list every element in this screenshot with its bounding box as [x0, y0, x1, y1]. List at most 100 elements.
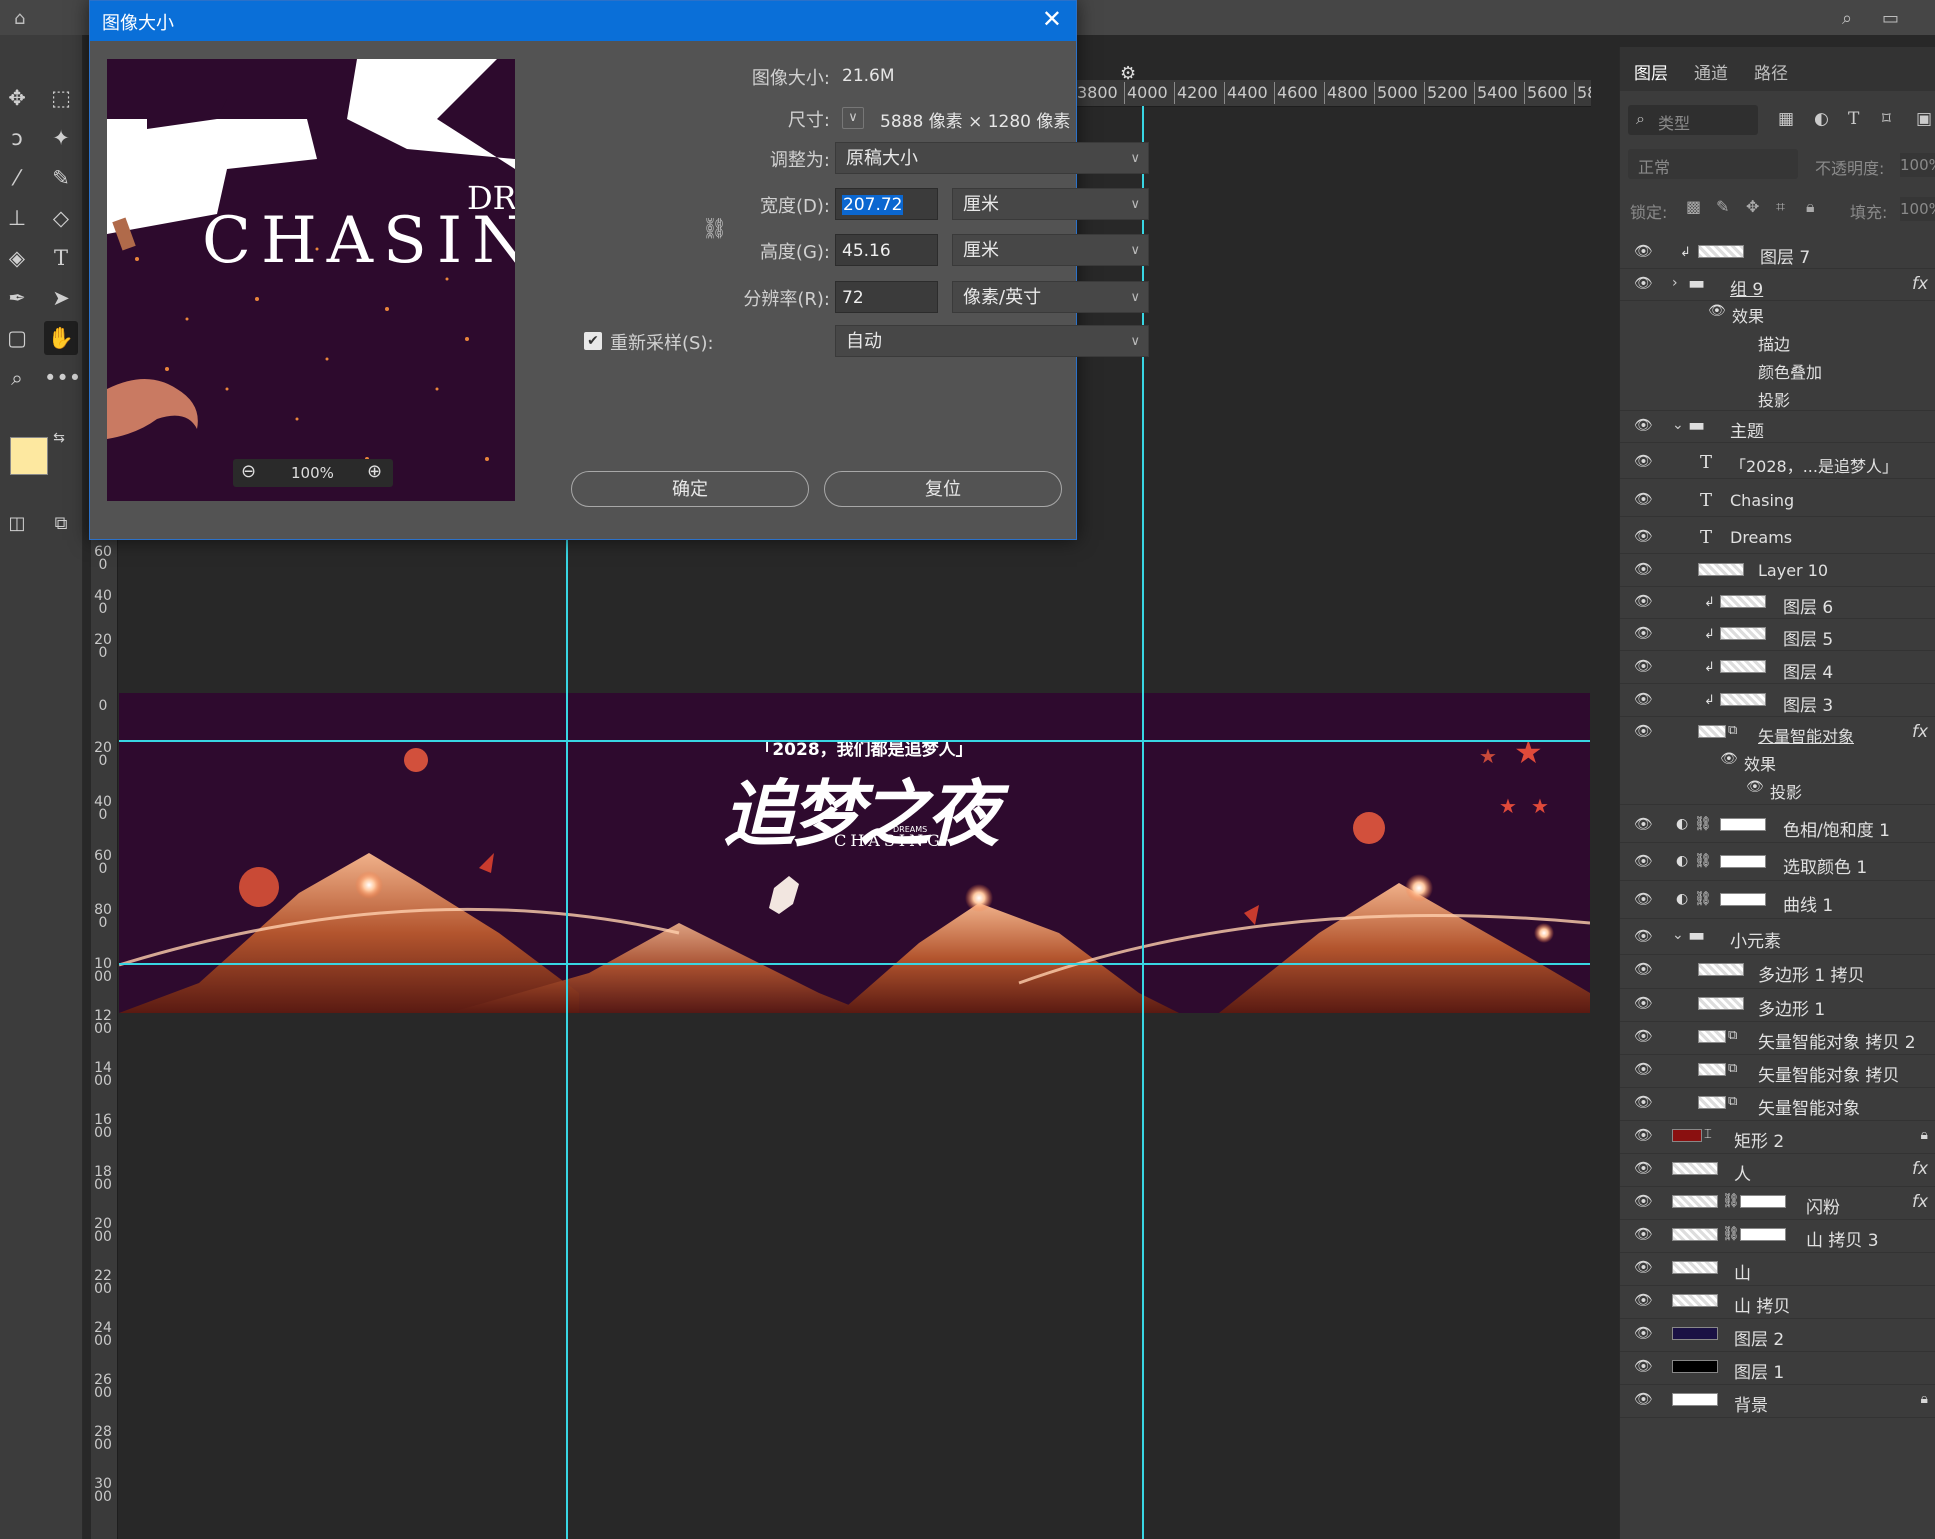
hand-tool-icon[interactable]: ✋: [44, 321, 78, 355]
swap-colors-icon[interactable]: ⇆: [48, 427, 70, 449]
layer-row[interactable]: 👁︎ ⧉ 矢量智能对象 fx: [1620, 717, 1935, 747]
layer-row[interactable]: 👁︎ T Dreams: [1620, 522, 1935, 554]
layer-row[interactable]: 👁︎ ↲ 图层 7: [1620, 237, 1935, 269]
eye-icon[interactable]: 👁︎: [1634, 815, 1653, 833]
zoom-in-icon[interactable]: ⊕: [367, 461, 382, 482]
tab-layers[interactable]: 图层: [1634, 59, 1668, 84]
guide-vertical[interactable]: [1142, 106, 1144, 1539]
layer-row[interactable]: 👁︎ Layer 10: [1620, 555, 1935, 587]
constrain-link-icon[interactable]: ⛓: [702, 216, 727, 240]
zoom-out-icon[interactable]: ⊖: [241, 461, 256, 482]
close-icon[interactable]: ✕: [1042, 5, 1062, 33]
ok-button[interactable]: 确定: [571, 471, 809, 507]
effect-row[interactable]: 投影: [1620, 383, 1935, 411]
resolution-input[interactable]: 72: [835, 281, 938, 313]
eye-icon[interactable]: 👁︎: [1634, 657, 1653, 675]
eye-icon[interactable]: 👁︎: [1634, 852, 1653, 870]
eye-icon[interactable]: 👁︎: [1634, 1027, 1653, 1045]
layer-row[interactable]: 👁︎ ◐ ⛓ 选取颜色 1: [1620, 844, 1935, 881]
search-icon[interactable]: ⌕: [1842, 8, 1852, 29]
effects-row[interactable]: 👁︎ 效果: [1620, 299, 1935, 327]
eyedropper-tool-icon[interactable]: ⁄: [0, 161, 34, 195]
eye-icon[interactable]: 👁︎: [1746, 779, 1764, 795]
eye-icon[interactable]: 👁︎: [1634, 624, 1653, 642]
foreground-color-swatch[interactable]: [10, 437, 48, 475]
filter-smart-icon[interactable]: ▣: [1916, 109, 1932, 129]
lock-brush-icon[interactable]: ✎: [1716, 197, 1729, 216]
eye-icon[interactable]: 👁︎: [1634, 1159, 1653, 1177]
layer-row[interactable]: 👁︎ 图层 1: [1620, 1352, 1935, 1385]
eye-icon[interactable]: 👁︎: [1634, 242, 1653, 260]
layer-row[interactable]: 👁︎ 山: [1620, 1253, 1935, 1286]
layer-row-group[interactable]: 👁︎ ⌄ ▬ 主题: [1620, 411, 1935, 443]
eye-icon[interactable]: 👁︎: [1634, 960, 1653, 978]
screen-mode-icon[interactable]: ⧉: [44, 507, 78, 541]
chevron-down-icon[interactable]: ⌄: [1672, 927, 1684, 943]
layer-row[interactable]: 👁︎ 多边形 1: [1620, 989, 1935, 1022]
tab-paths[interactable]: 路径: [1754, 59, 1788, 84]
layer-row[interactable]: 👁︎ ⌶ 矩形 2 🔒︎: [1620, 1121, 1935, 1154]
layer-row[interactable]: 👁︎ 人 fx: [1620, 1154, 1935, 1187]
paint-bucket-tool-icon[interactable]: ◈: [0, 241, 34, 275]
magic-wand-tool-icon[interactable]: ✦: [44, 121, 78, 155]
eye-icon[interactable]: 👁︎: [1634, 274, 1653, 292]
filter-shape-icon[interactable]: ⌑: [1882, 109, 1891, 129]
fit-to-select[interactable]: 原稿大小 ∨: [835, 142, 1149, 174]
blend-mode-select[interactable]: 正常: [1628, 149, 1798, 179]
layer-row[interactable]: 👁︎ 山 拷贝: [1620, 1286, 1935, 1319]
layer-row[interactable]: 👁︎ ↲ 图层 5: [1620, 619, 1935, 651]
eye-icon[interactable]: 👁︎: [1720, 751, 1738, 767]
quick-mask-icon[interactable]: ◫: [0, 507, 34, 541]
effect-row[interactable]: 👁︎ 投影: [1620, 775, 1935, 805]
fx-icon[interactable]: fx: [1912, 1192, 1928, 1212]
eye-icon[interactable]: 👁︎: [1634, 1093, 1653, 1111]
eye-icon[interactable]: 👁︎: [1634, 1357, 1653, 1375]
eye-icon[interactable]: 👁︎: [1634, 890, 1653, 908]
height-unit-select[interactable]: 厘米 ∨: [952, 234, 1149, 266]
chevron-right-icon[interactable]: ›: [1672, 275, 1678, 291]
filter-pixel-icon[interactable]: ▦: [1778, 109, 1794, 129]
eye-icon[interactable]: 👁︎: [1634, 1258, 1653, 1276]
dimensions-unit-dropdown[interactable]: ∨: [842, 107, 864, 129]
lock-all-icon[interactable]: 🔒︎: [1806, 197, 1815, 217]
eye-icon[interactable]: 👁︎: [1634, 927, 1653, 945]
resample-select[interactable]: 自动 ∨: [835, 325, 1149, 357]
lock-transparency-icon[interactable]: ▩: [1686, 197, 1701, 216]
resolution-unit-select[interactable]: 像素/英寸 ∨: [952, 281, 1149, 313]
eye-icon[interactable]: 👁︎: [1634, 1390, 1653, 1408]
path-select-tool-icon[interactable]: ➤: [44, 281, 78, 315]
layer-row[interactable]: 👁︎ ◐ ⛓ 曲线 1: [1620, 882, 1935, 919]
eye-icon[interactable]: 👁︎: [1634, 690, 1653, 708]
type-tool-icon[interactable]: T: [44, 241, 78, 275]
width-input[interactable]: 207.72: [835, 188, 938, 220]
marquee-tool-icon[interactable]: ⬚: [44, 81, 78, 115]
eye-icon[interactable]: 👁︎: [1634, 560, 1653, 578]
layer-row[interactable]: 👁︎ ⧉ 矢量智能对象: [1620, 1088, 1935, 1121]
layer-row[interactable]: 👁︎ ⧉ 矢量智能对象 拷贝: [1620, 1055, 1935, 1088]
layer-row-group[interactable]: 👁︎ › ▬ 组 9 fx: [1620, 269, 1935, 301]
dialog-title-bar[interactable]: 图像大小 ✕: [90, 1, 1076, 41]
layer-row[interactable]: 👁︎ ↲ 图层 3: [1620, 685, 1935, 717]
effect-row[interactable]: 描边: [1620, 327, 1935, 355]
filter-type-icon[interactable]: T: [1848, 109, 1859, 129]
layer-row[interactable]: 👁︎ ↲ 图层 4: [1620, 652, 1935, 684]
layer-row[interactable]: 👁︎ 图层 2: [1620, 1319, 1935, 1352]
fx-icon[interactable]: fx: [1912, 722, 1928, 742]
eraser-tool-icon[interactable]: ◇: [44, 201, 78, 235]
stamp-tool-icon[interactable]: ⊥: [0, 201, 34, 235]
eye-icon[interactable]: 👁︎: [1634, 490, 1653, 508]
layer-row[interactable]: 👁︎ ⛓ 山 拷贝 3: [1620, 1220, 1935, 1253]
opacity-input[interactable]: 100%: [1900, 153, 1935, 177]
layer-row-group[interactable]: 👁︎ ⌄ ▬ 小元素: [1620, 919, 1935, 955]
more-tools-icon[interactable]: •••: [44, 361, 81, 395]
effect-row[interactable]: 颜色叠加: [1620, 355, 1935, 383]
gear-icon[interactable]: ⚙: [1120, 63, 1136, 84]
chevron-down-icon[interactable]: ⌄: [1672, 417, 1684, 433]
brush-tool-icon[interactable]: ✎: [44, 161, 78, 195]
workspace-icon[interactable]: ▭: [1882, 8, 1899, 29]
width-unit-select[interactable]: 厘米 ∨: [952, 188, 1149, 220]
layer-row[interactable]: 👁︎ 多边形 1 拷贝: [1620, 955, 1935, 989]
layer-row[interactable]: 👁︎ T 「2028，...是追梦人」: [1620, 447, 1935, 479]
eye-icon[interactable]: 👁︎: [1634, 527, 1653, 545]
layer-row[interactable]: 👁︎ T Chasing: [1620, 485, 1935, 517]
